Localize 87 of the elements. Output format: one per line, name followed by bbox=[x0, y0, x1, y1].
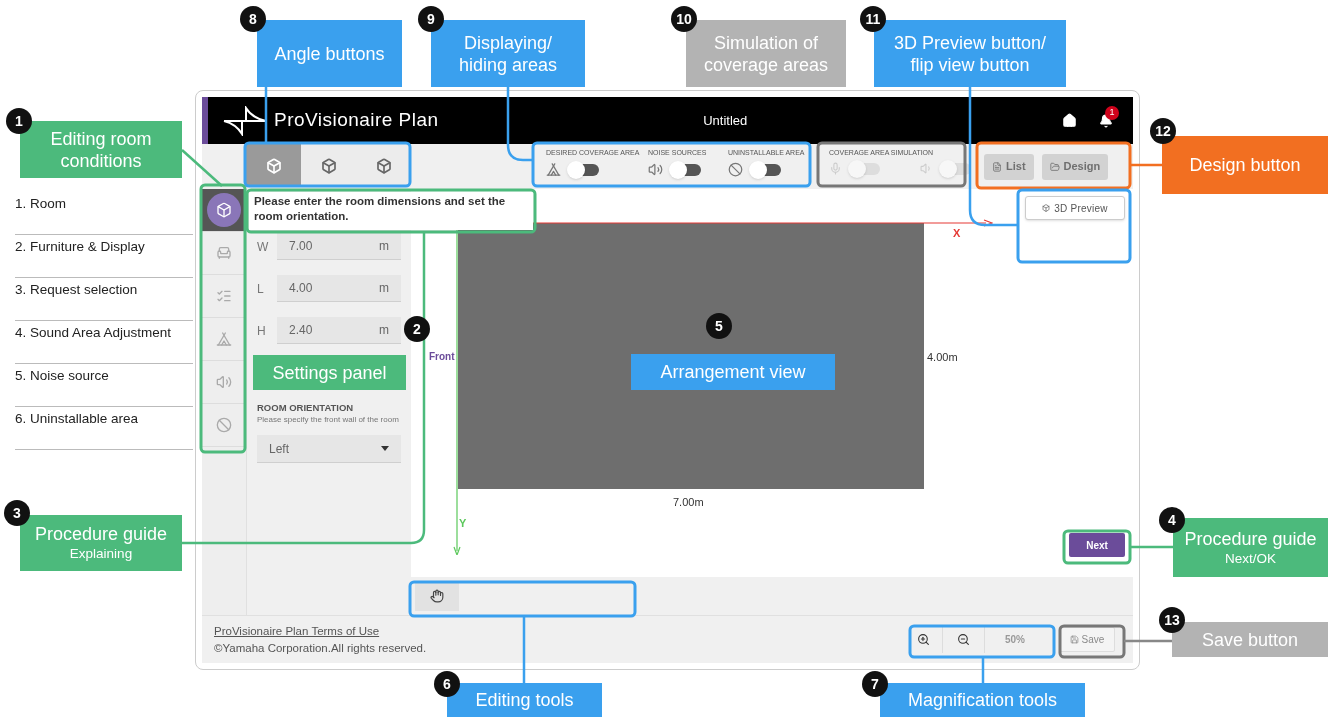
step-label: 5. Noise source bbox=[15, 364, 193, 407]
leader-line bbox=[1124, 639, 1172, 643]
dimension-field[interactable]: 7.00 m bbox=[277, 233, 401, 260]
step-label: 4. Sound Area Adjustment bbox=[15, 321, 193, 364]
document-icon bbox=[992, 161, 1002, 172]
guide-tooltip: Please enter the room dimensions and set the room orientation. bbox=[249, 192, 533, 230]
tent-icon bbox=[546, 162, 561, 177]
highlight-frame bbox=[1062, 529, 1132, 565]
number-badge: 11 bbox=[860, 6, 886, 32]
logo-icon bbox=[222, 105, 268, 136]
cube-icon bbox=[320, 157, 337, 174]
depth-label: 4.00m bbox=[927, 350, 958, 365]
zoom-out-icon bbox=[957, 633, 970, 646]
speaker-icon bbox=[648, 162, 663, 177]
callout-title: Arrangement view bbox=[660, 361, 806, 383]
callout-title: Procedure guide bbox=[34, 523, 168, 545]
zoom-level: 50% bbox=[1004, 633, 1026, 647]
ban-icon bbox=[728, 162, 743, 177]
nav-button[interactable] bbox=[202, 189, 246, 232]
toggle-switch[interactable] bbox=[569, 163, 599, 176]
number-badge: 9 bbox=[418, 6, 444, 32]
terms-link[interactable]: ProVisionaire Plan Terms of Use bbox=[214, 622, 427, 640]
step-label: 2. Furniture & Display bbox=[15, 235, 193, 278]
cube-icon bbox=[1042, 204, 1051, 212]
number-badge: 13 bbox=[1159, 607, 1185, 633]
width-label: 7.00m bbox=[673, 495, 704, 510]
zoom-in-icon bbox=[917, 633, 930, 646]
checklist-icon bbox=[216, 288, 232, 304]
step-label: 6. Uninstallable area bbox=[15, 407, 193, 450]
save-icon bbox=[1069, 635, 1079, 644]
callout-title: Editing tools bbox=[475, 689, 574, 711]
callout-title: Simulation of coverage areas bbox=[702, 31, 830, 76]
app-brand: ProVisionaire Plan bbox=[274, 108, 439, 133]
dimension-field[interactable]: 2.40 m bbox=[277, 317, 401, 344]
number-badge: 12 bbox=[1150, 118, 1176, 144]
callout-title: Angle buttons bbox=[274, 42, 385, 65]
callout-title: Settings panel bbox=[272, 361, 387, 384]
callout-title: Save button bbox=[1201, 628, 1299, 651]
axis-label: Y bbox=[459, 516, 467, 531]
orientation-select[interactable]: Left bbox=[257, 435, 401, 464]
section-title: ROOM ORIENTATION bbox=[257, 401, 355, 415]
caret-icon bbox=[381, 446, 389, 452]
highlight-frame bbox=[1058, 624, 1126, 659]
angle-button[interactable] bbox=[301, 144, 356, 187]
3d-preview-button[interactable]: 3D Preview bbox=[1025, 196, 1125, 220]
cube-icon bbox=[265, 157, 282, 174]
copyright-text: ©Yamaha Corporation.All rights reserved. bbox=[214, 640, 427, 656]
callout-title: Procedure guide bbox=[1184, 527, 1317, 550]
dimension-label: H bbox=[257, 322, 267, 340]
step-label: 3. Request selection bbox=[15, 278, 193, 321]
number-badge: 10 bbox=[671, 6, 697, 32]
callout-subtitle: Explaining bbox=[69, 545, 133, 563]
tent-icon bbox=[216, 331, 232, 347]
toggle-switch[interactable] bbox=[671, 163, 701, 176]
next-button[interactable]: Next bbox=[1069, 533, 1125, 557]
callout-title: Displaying/ hiding areas bbox=[457, 31, 559, 76]
hand-icon bbox=[430, 589, 444, 603]
callout-title: Magnification tools bbox=[907, 689, 1058, 711]
callout-title: 3D Preview button/ flip view button bbox=[892, 31, 1048, 76]
callout-title: Editing room conditions bbox=[49, 127, 153, 172]
section-hint: Please specify the front wall of the room bbox=[257, 415, 400, 426]
axis-label: X bbox=[953, 226, 961, 241]
ban-icon bbox=[216, 417, 232, 433]
cube-icon bbox=[375, 157, 392, 174]
number-badge: 6 bbox=[434, 671, 460, 697]
armchair-icon bbox=[216, 245, 232, 261]
number-badge: 8 bbox=[240, 6, 266, 32]
number-badge: 7 bbox=[862, 671, 888, 697]
document-title: Untitled bbox=[703, 111, 748, 130]
dimension-field[interactable]: 4.00 m bbox=[277, 275, 401, 302]
number-badge: 1 bbox=[6, 108, 32, 134]
callout-title: Design button bbox=[1189, 154, 1301, 176]
cube-icon bbox=[216, 202, 232, 218]
number-badge: 4 bbox=[1159, 507, 1185, 533]
dimension-label: W bbox=[257, 238, 269, 256]
notification-badge: 1 bbox=[1105, 105, 1119, 120]
dimension-label: L bbox=[257, 280, 265, 298]
step-label: 1. Room bbox=[15, 192, 193, 235]
front-label: Front bbox=[429, 350, 455, 364]
speaker-icon bbox=[920, 162, 933, 175]
microphone-icon bbox=[829, 162, 842, 175]
callout-subtitle: Next/OK bbox=[1225, 549, 1276, 568]
speaker-icon bbox=[216, 374, 232, 390]
toggle-switch[interactable] bbox=[751, 163, 781, 176]
home-icon[interactable] bbox=[1062, 113, 1077, 128]
folder-icon bbox=[1049, 161, 1060, 172]
number-badge: 3 bbox=[4, 500, 30, 526]
